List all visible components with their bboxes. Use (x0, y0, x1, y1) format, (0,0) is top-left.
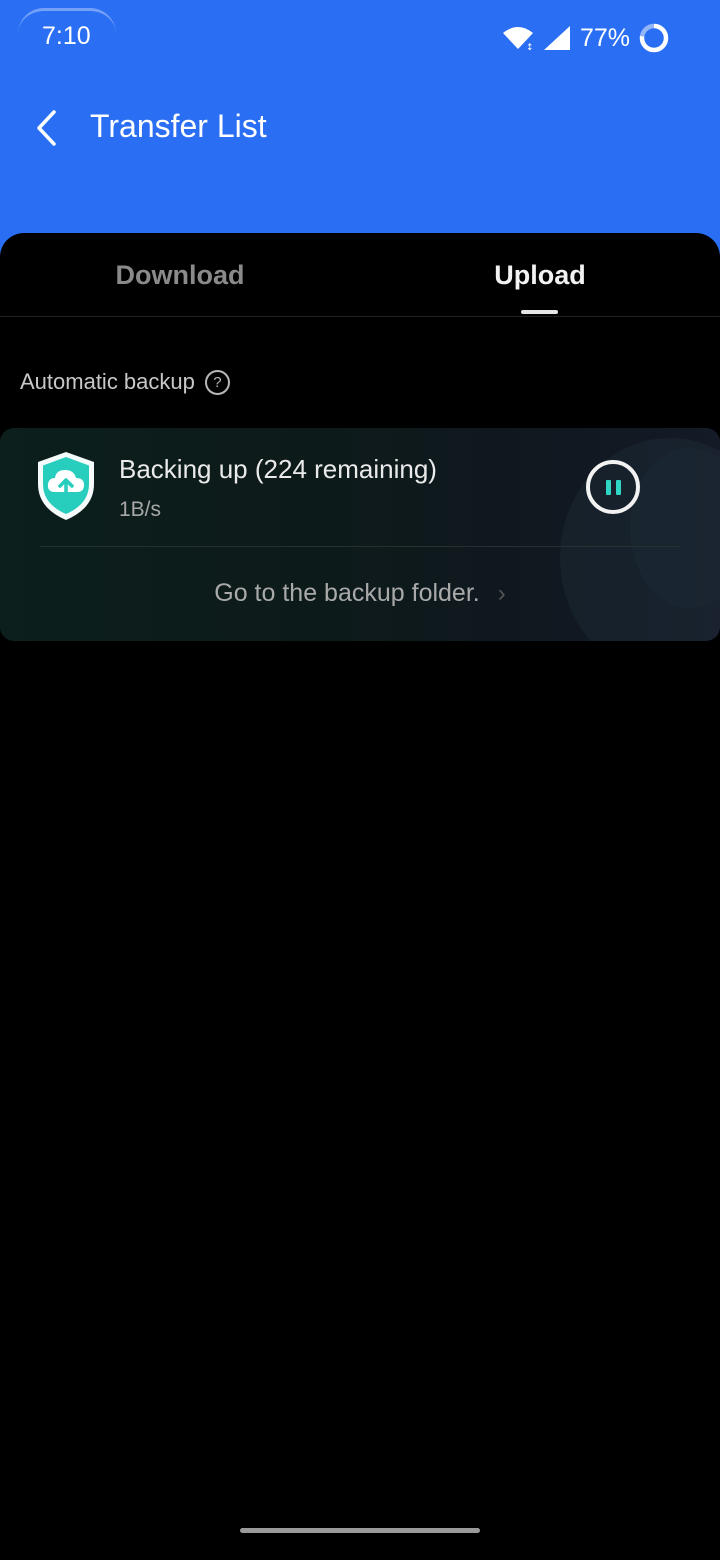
wifi-icon: ↕ (502, 27, 534, 51)
section-label: Automatic backup (20, 369, 195, 394)
page-title: Transfer List (90, 108, 267, 144)
question-circle-icon[interactable]: ? (204, 369, 230, 395)
backup-card: Backing up (224 remaining) 1B/s Go to th… (0, 428, 720, 641)
chevron-left-icon (37, 110, 56, 146)
backup-status-title: Backing up (224 remaining) (119, 454, 437, 484)
app-header: 7:10 ↕ 77% Transfer List (0, 0, 720, 270)
pause-icon (605, 479, 611, 495)
content-sheet: Download Upload Automatic backup ? Backi… (0, 233, 720, 1560)
chevron-right-icon: › (497, 579, 506, 607)
back-button[interactable] (26, 104, 66, 152)
tab-bar: Download Upload (0, 233, 720, 317)
cloud-upload-shield-icon (38, 452, 94, 520)
home-indicator[interactable] (240, 1528, 480, 1533)
status-icons: ↕ 77% (502, 20, 670, 56)
nav-row: Transfer List (0, 96, 720, 160)
pause-button[interactable] (586, 460, 640, 514)
backup-folder-link-label: Go to the backup folder. (214, 579, 480, 607)
tab-selected-indicator (521, 310, 558, 314)
signal-icon (543, 26, 570, 50)
status-bar: 7:10 ↕ 77% (0, 0, 720, 76)
svg-text:↕: ↕ (526, 43, 534, 51)
status-time: 7:10 (42, 22, 91, 50)
tab-download[interactable]: Download (0, 233, 360, 317)
automatic-backup-header: Automatic backup ? (20, 369, 230, 395)
battery-percentage: 77% (579, 23, 630, 52)
backup-speed: 1B/s (119, 498, 162, 521)
backup-folder-link[interactable]: Go to the backup folder. › (0, 546, 720, 641)
tab-upload[interactable]: Upload (360, 233, 720, 317)
battery-ring-icon (639, 23, 669, 53)
